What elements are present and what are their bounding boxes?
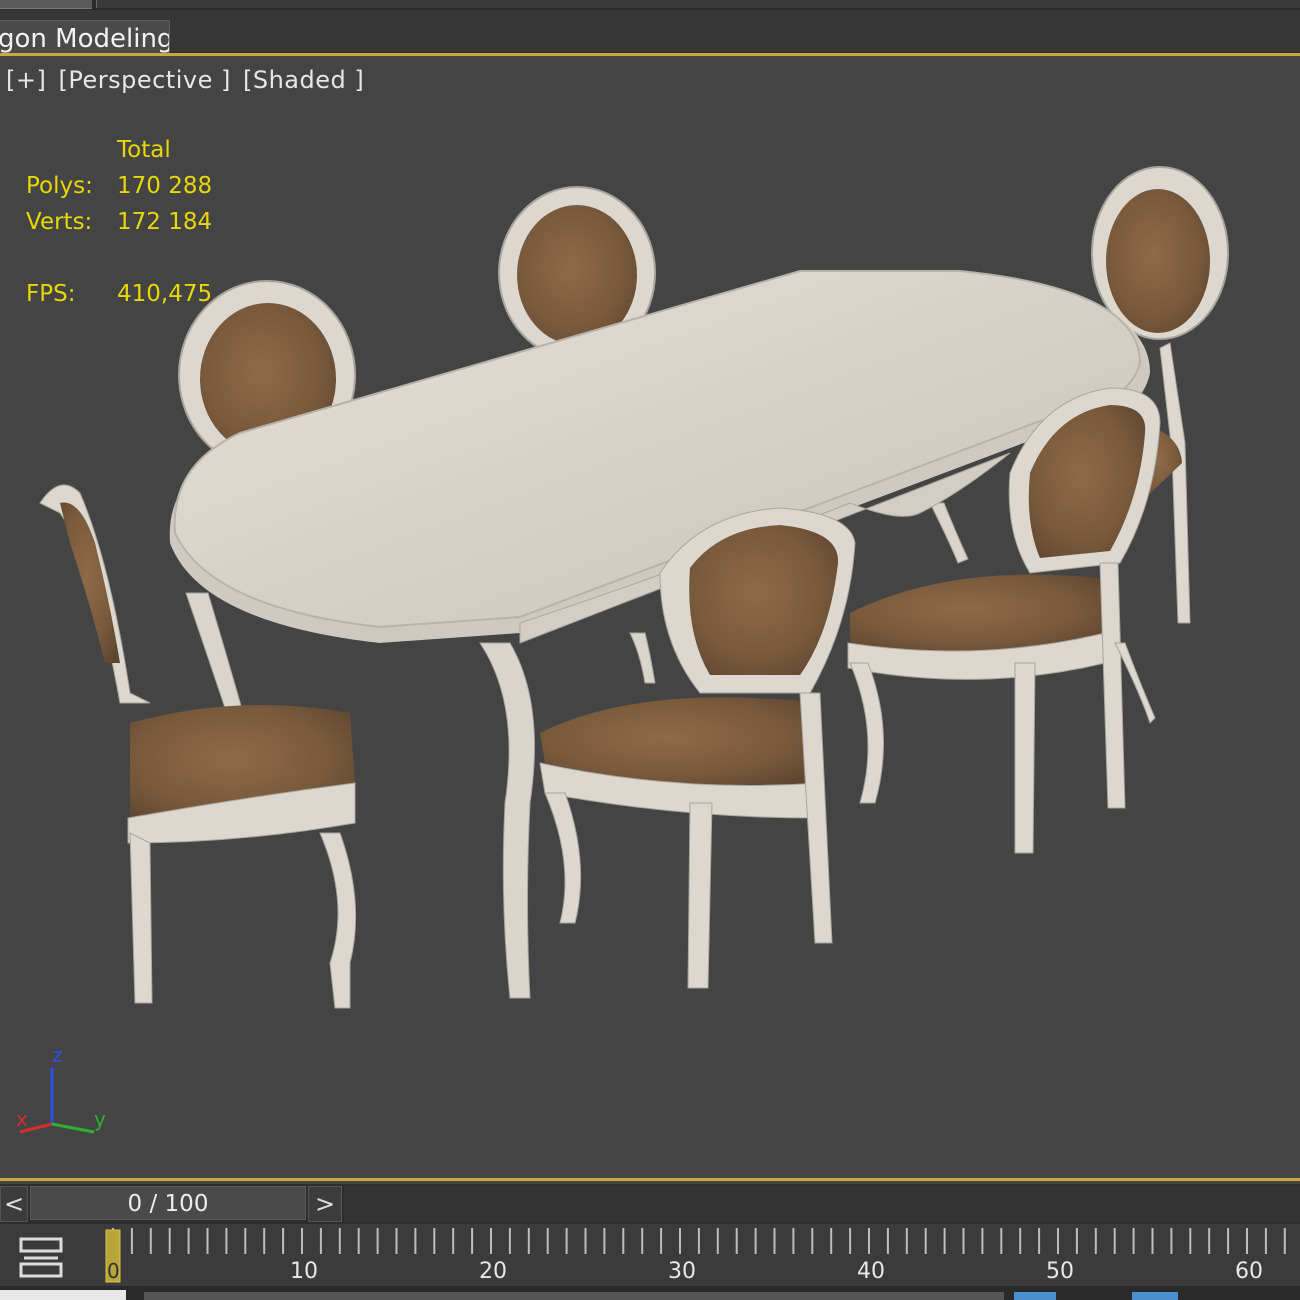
status-strip — [0, 1286, 1300, 1300]
time-slider-track[interactable] — [344, 1186, 1300, 1222]
time-slider-frame-indicator[interactable]: 0 / 100 — [30, 1186, 306, 1220]
viewport-statistics: Total Polys: 170 288 Verts: 172 184 FPS: 41… — [26, 132, 212, 312]
time-slider-prev-button[interactable]: < — [0, 1186, 28, 1222]
ribbon: gon Modeling — [0, 10, 1300, 58]
tick-label-50: 50 — [1046, 1259, 1074, 1284]
tick-label-10: 10 — [290, 1259, 318, 1284]
trackbar-ruler[interactable]: 0 10 20 30 40 50 60 — [104, 1224, 1300, 1286]
tick-label-60: 60 — [1235, 1259, 1263, 1284]
perspective-viewport[interactable]: [+] [Perspective ] [Shaded ] Total Polys… — [0, 53, 1300, 1181]
track-bar[interactable]: 0 10 20 30 40 50 60 — [0, 1224, 1300, 1300]
tick-label-40: 40 — [857, 1259, 885, 1284]
verts-label: Verts: — [26, 209, 93, 235]
status-input[interactable] — [0, 1290, 126, 1300]
axis-gizmo-icon: z y x — [16, 1046, 106, 1134]
status-button-right[interactable] — [1132, 1292, 1178, 1300]
tick-label-30: 30 — [668, 1259, 696, 1284]
tick-label-20: 20 — [479, 1259, 507, 1284]
time-slider-next-button[interactable]: > — [308, 1186, 342, 1222]
time-slider[interactable]: < 0 / 100 > — [0, 1184, 1300, 1224]
x-axis-label: x — [16, 1107, 28, 1131]
trackbar-filter-icon[interactable] — [18, 1236, 64, 1278]
fps-value: 410,475 — [117, 281, 213, 307]
stats-header: Total — [117, 137, 171, 163]
fps-label: FPS: — [26, 281, 76, 307]
y-axis-line — [51, 1122, 95, 1134]
polys-label: Polys: — [26, 173, 93, 199]
verts-value: 172 184 — [117, 209, 213, 235]
z-axis-label: z — [52, 1046, 63, 1067]
polys-value: 170 288 — [117, 173, 213, 199]
ribbon-tab-label: gon Modeling — [0, 24, 170, 54]
status-button-left[interactable] — [1014, 1292, 1056, 1300]
y-axis-label: y — [94, 1107, 106, 1131]
status-bar — [144, 1292, 1004, 1300]
title-tab[interactable] — [0, 0, 92, 9]
current-frame-label: 0 — [107, 1259, 120, 1283]
top-strip — [0, 0, 1300, 10]
title-bar — [96, 0, 1300, 8]
